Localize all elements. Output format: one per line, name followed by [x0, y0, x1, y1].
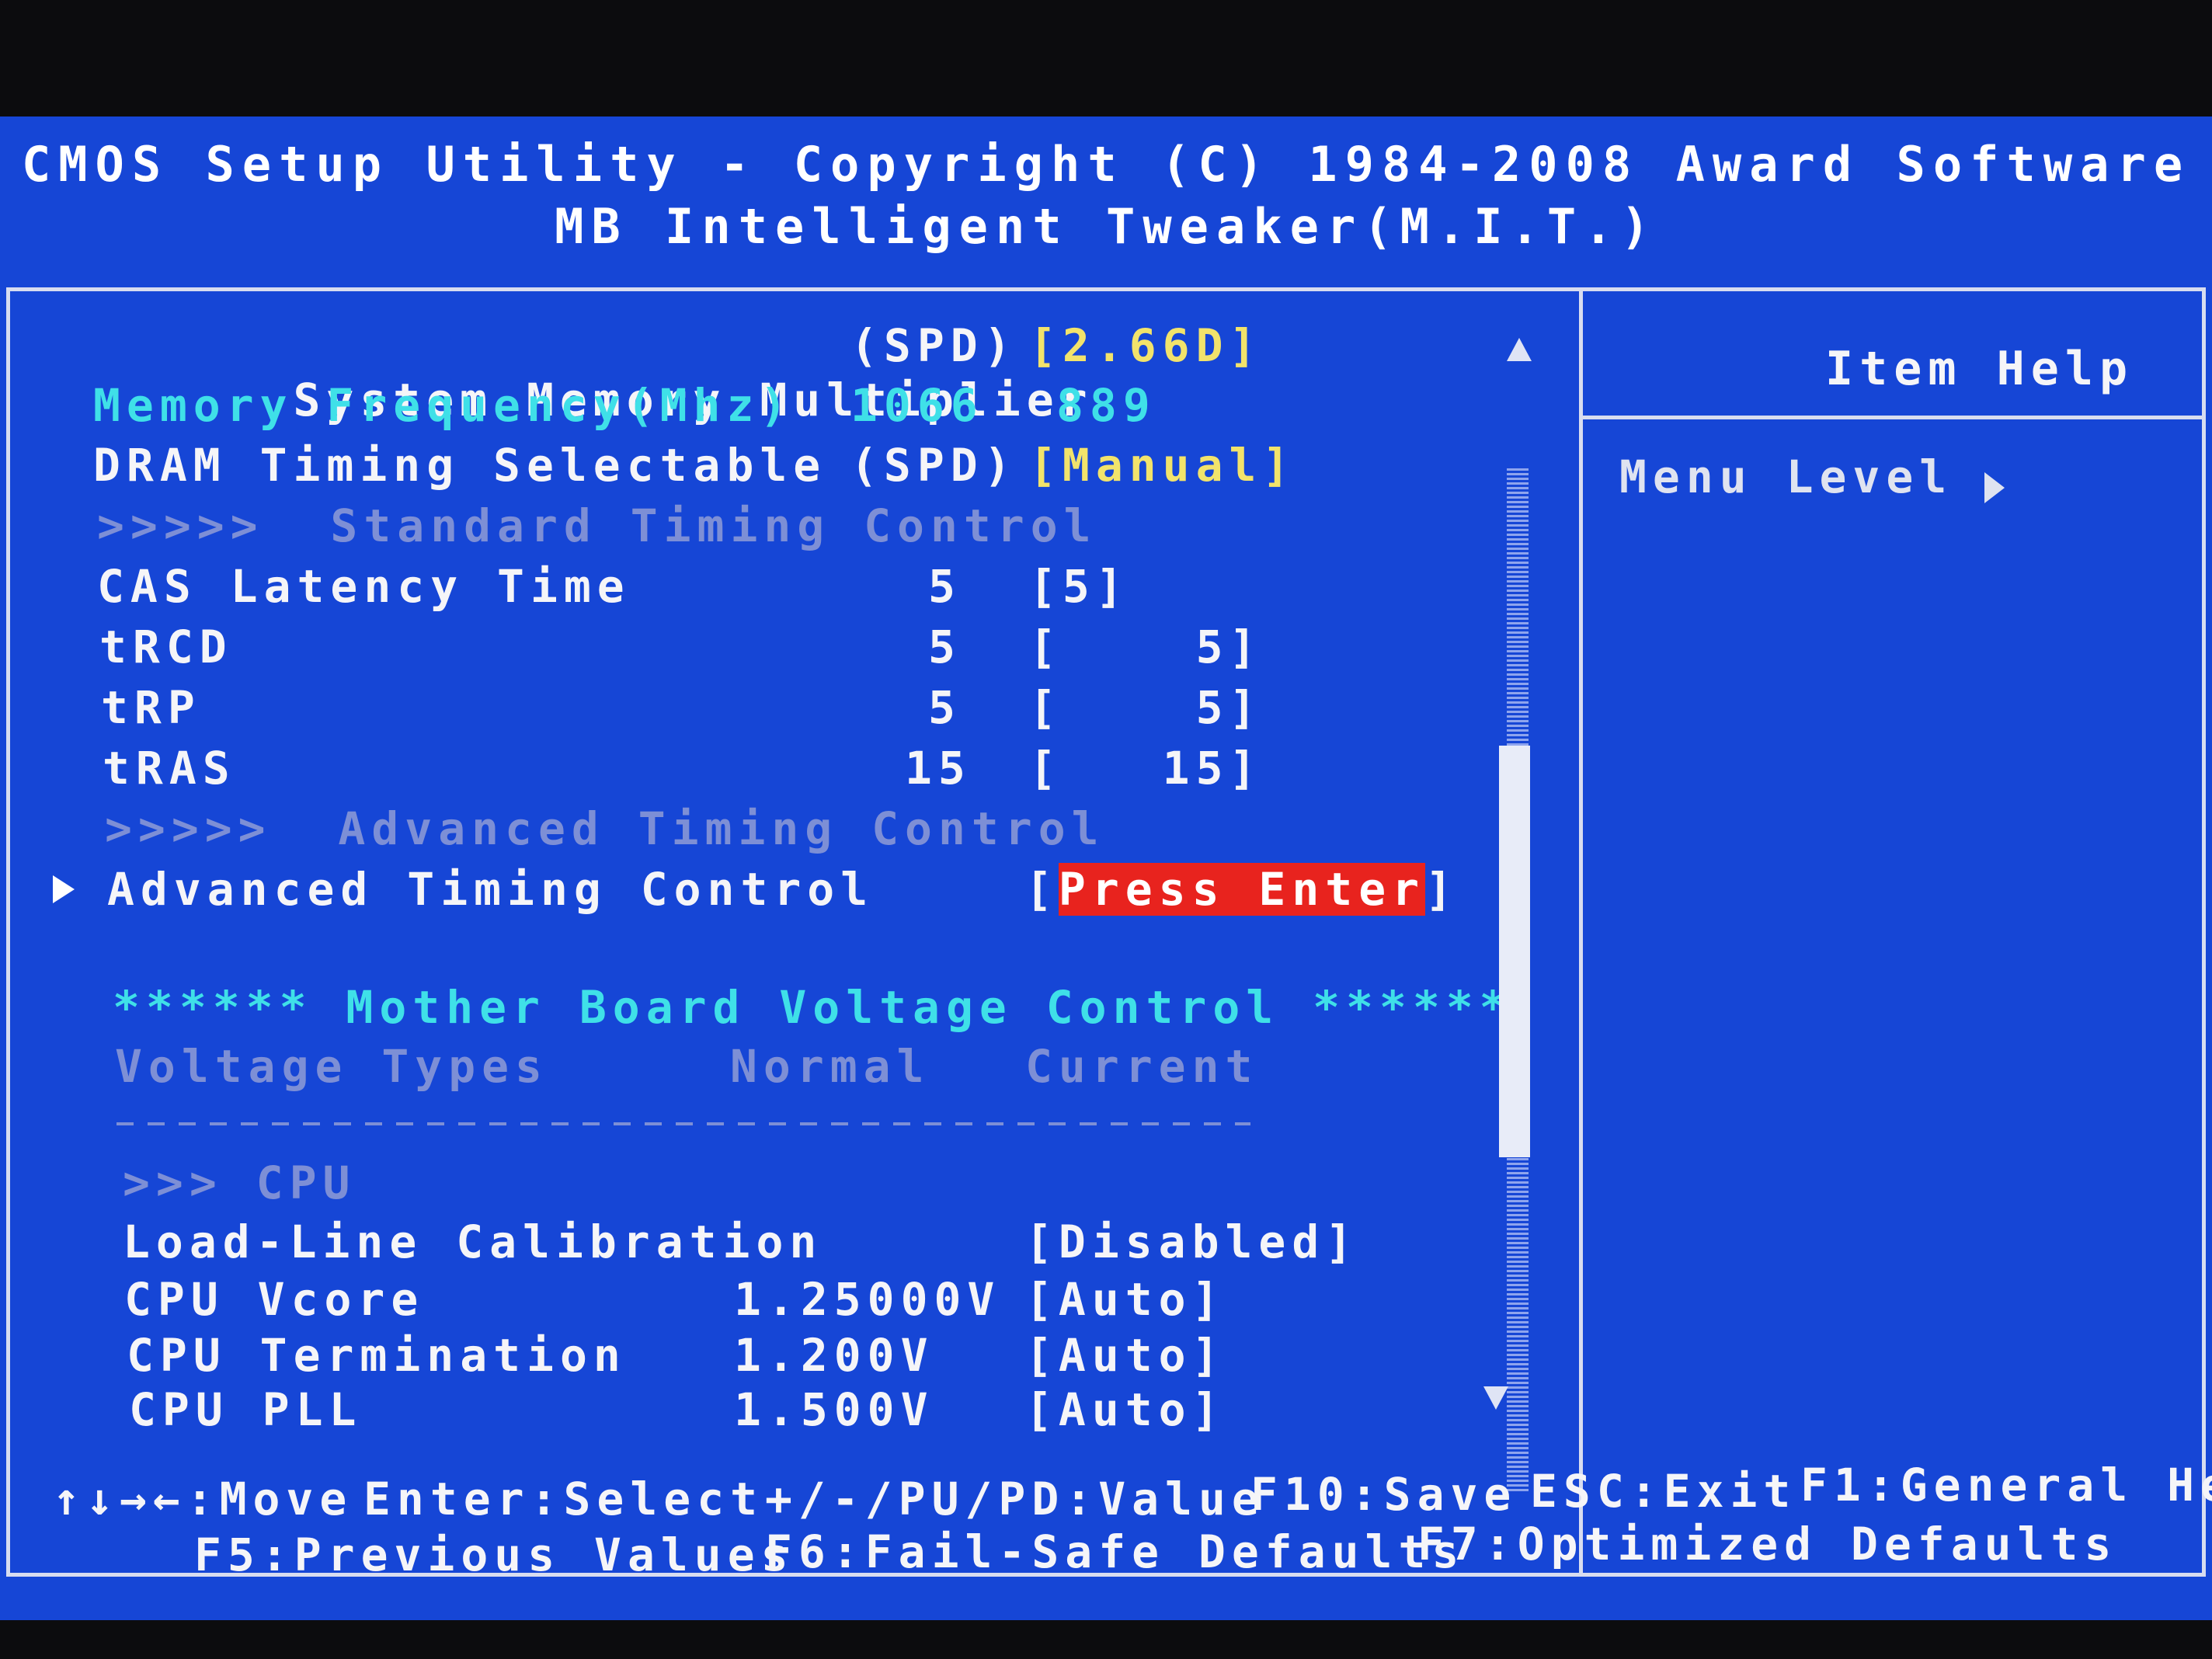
- tras-value[interactable]: [ 15]: [1029, 741, 1262, 795]
- cpu-vcore-normal: 1.25000V: [734, 1273, 1001, 1326]
- bracket-open: [: [1025, 863, 1059, 916]
- column-current: Current: [1025, 1040, 1259, 1093]
- menu-level-arrow-icon: [1984, 472, 2005, 503]
- key-general-help: F1:General Help: [1800, 1459, 2212, 1511]
- key-exit: ESC:Exit: [1530, 1465, 1797, 1518]
- cas-latency-value[interactable]: [5]: [1029, 559, 1129, 614]
- submenu-arrow-icon: [53, 875, 75, 903]
- dram-timing-value[interactable]: [Manual]: [1029, 438, 1296, 492]
- section-standard-timing: >>>>> Standard Timing Control: [97, 499, 1097, 552]
- bios-screen: CMOS Setup Utility - Copyright (C) 1984-…: [0, 117, 2212, 1620]
- scroll-down-arrow-icon[interactable]: [1483, 1386, 1508, 1410]
- memory-frequency-current: 889: [1056, 379, 1156, 432]
- column-normal: Normal: [730, 1040, 930, 1093]
- setting-tras[interactable]: tRAS: [103, 741, 236, 795]
- bracket-close: ]: [1425, 863, 1459, 916]
- key-optimized-defaults: F7:Optimized Defaults: [1417, 1518, 2118, 1570]
- setting-trcd[interactable]: tRCD: [99, 620, 233, 674]
- key-help-footer: ↑↓→←:Move Enter:Select +/-/PU/PD:Value F…: [0, 1459, 2212, 1627]
- setting-trp[interactable]: tRP: [101, 680, 201, 735]
- cpu-pll-value[interactable]: [Auto]: [1025, 1382, 1226, 1437]
- load-line-value[interactable]: [Disabled]: [1025, 1215, 1358, 1269]
- setting-cas-latency[interactable]: CAS Latency Time: [97, 559, 631, 614]
- trcd-value[interactable]: [ 5]: [1029, 620, 1262, 674]
- key-move: ↑↓→←:Move: [53, 1473, 353, 1525]
- trcd-auto: 5: [928, 621, 962, 673]
- memory-frequency-normal: 1066: [850, 379, 984, 432]
- section-advanced-timing: >>>>> Advanced Timing Control: [105, 802, 1105, 855]
- trp-auto: 5: [928, 681, 962, 734]
- tras-auto: 15: [905, 742, 972, 795]
- spd-tag: (SPD): [850, 319, 1017, 372]
- press-enter-highlight: Press Enter: [1058, 863, 1426, 916]
- key-value: +/-/PU/PD:Value: [765, 1473, 1265, 1525]
- setting-load-line-calibration[interactable]: Load-Line Calibration: [123, 1215, 823, 1269]
- press-enter-button[interactable]: [Press Enter]: [1025, 862, 1459, 916]
- setting-cpu-pll[interactable]: CPU PLL: [129, 1382, 362, 1437]
- memory-frequency-label: Memory Frequency(Mhz): [93, 379, 794, 432]
- section-voltage-control: ****** Mother Board Voltage Control ****…: [113, 981, 1513, 1034]
- setting-advanced-timing-control[interactable]: Advanced Timing Control: [107, 862, 874, 916]
- section-cpu: >>> CPU: [123, 1156, 356, 1209]
- menu-level-label: Menu Level: [1619, 450, 1953, 503]
- key-select: Enter:Select: [363, 1473, 764, 1525]
- cpu-vcore-value[interactable]: [Auto]: [1025, 1272, 1226, 1327]
- cpu-pll-normal: 1.500V: [734, 1383, 934, 1436]
- cpu-termination-value[interactable]: [Auto]: [1025, 1328, 1226, 1382]
- key-previous-values: F5:Previous Values: [194, 1529, 795, 1581]
- setting-cpu-vcore[interactable]: CPU Vcore: [124, 1272, 424, 1327]
- column-divider: [117, 1122, 1250, 1125]
- item-help-title: Item Help: [1825, 342, 2134, 396]
- setting-dram-timing-selectable[interactable]: DRAM Timing Selectable: [93, 438, 826, 492]
- key-failsafe-defaults: F6:Fail-Safe Defaults: [765, 1525, 1466, 1578]
- column-voltage-types: Voltage Types: [115, 1040, 548, 1093]
- spd-tag: (SPD): [850, 439, 1017, 492]
- memory-multiplier-value[interactable]: [2.66D]: [1029, 318, 1262, 373]
- scrollbar-thumb[interactable]: [1499, 746, 1530, 1157]
- setting-cpu-termination[interactable]: CPU Termination: [127, 1328, 627, 1382]
- scroll-up-arrow-icon[interactable]: [1507, 338, 1532, 361]
- key-save: F10:Save: [1250, 1468, 1518, 1521]
- trp-value[interactable]: [ 5]: [1029, 680, 1262, 735]
- cpu-termination-normal: 1.200V: [734, 1329, 934, 1382]
- cas-latency-auto: 5: [928, 560, 962, 613]
